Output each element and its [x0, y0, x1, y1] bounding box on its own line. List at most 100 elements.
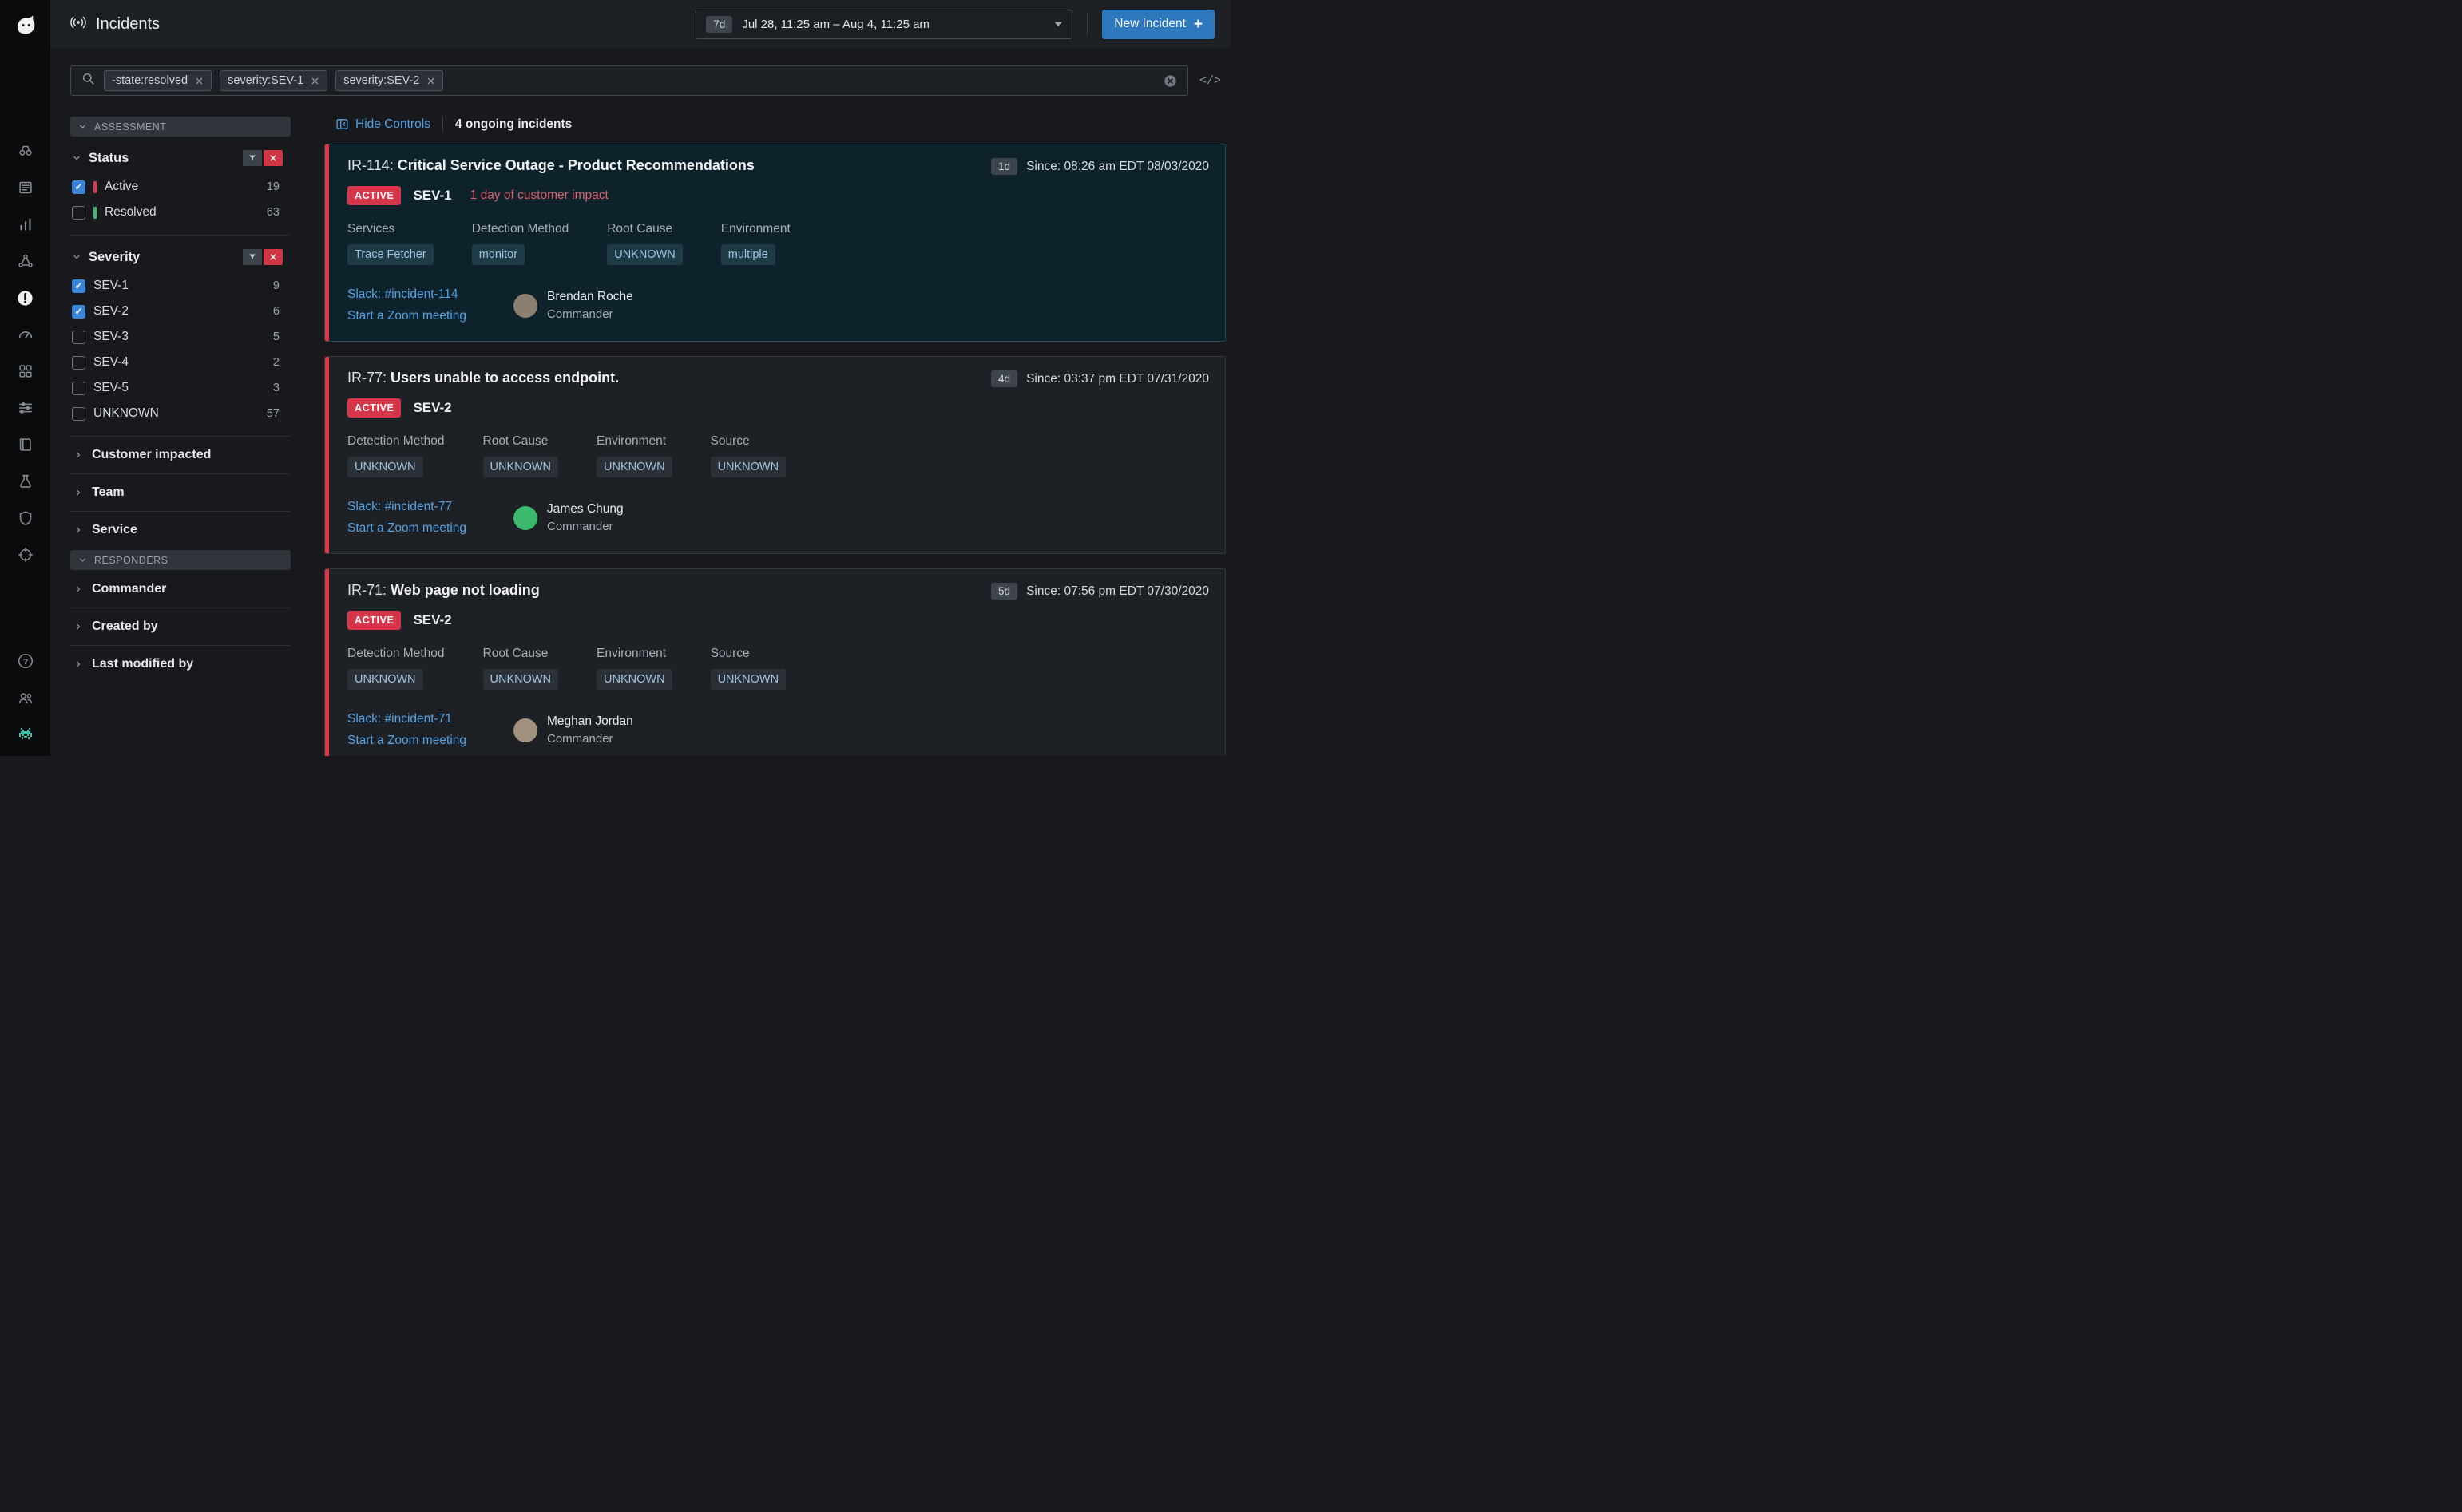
chevron-down-icon	[78, 556, 87, 564]
slack-channel-link[interactable]: Slack: #incident-77	[347, 500, 513, 514]
collapsed-group-team[interactable]: Team	[70, 473, 291, 511]
filter-funnel-button[interactable]	[243, 150, 262, 166]
organization-icon[interactable]	[0, 679, 50, 716]
checkbox[interactable]	[72, 356, 85, 370]
incident-field: Detection Method UNKNOWN	[347, 647, 445, 690]
security-icon[interactable]	[0, 500, 50, 536]
incident-age-badge: 4d	[991, 370, 1017, 387]
filters-sidebar: ASSESSMENT Status Active	[70, 117, 291, 756]
search-filter-pill[interactable]: severity:SEV-2	[335, 70, 443, 91]
incident-field: Source UNKNOWN	[711, 434, 787, 477]
synthetics-icon[interactable]	[0, 463, 50, 500]
bits-invader-icon[interactable]	[0, 716, 50, 753]
commander-name: Brendan Roche	[547, 290, 633, 304]
clear-filter-button[interactable]	[264, 249, 283, 265]
search-filter-pill[interactable]: -state:resolved	[104, 70, 212, 91]
search-row: -state:resolved severity:SEV-1 severity:…	[70, 65, 1221, 96]
facet-row-sev3[interactable]: SEV-3 5	[72, 324, 291, 350]
commander-name: Meghan Jordan	[547, 714, 633, 729]
facet-label: UNKNOWN	[93, 406, 159, 421]
field-value-pill: UNKNOWN	[711, 669, 787, 690]
status-color-bar	[93, 181, 97, 193]
facet-row-sev5[interactable]: SEV-5 3	[72, 375, 291, 401]
search-input[interactable]: -state:resolved severity:SEV-1 severity:…	[70, 65, 1188, 96]
clear-search-icon[interactable]	[1163, 73, 1178, 89]
checkbox[interactable]	[72, 331, 85, 344]
filter-funnel-button[interactable]	[243, 249, 262, 265]
facet-row-sev1[interactable]: SEV-1 9	[72, 273, 291, 299]
remove-filter-icon[interactable]	[426, 77, 435, 85]
incident-field: Detection Method UNKNOWN	[347, 434, 445, 477]
monitors-icon[interactable]	[0, 316, 50, 353]
facet-row-resolved[interactable]: Resolved 63	[72, 200, 291, 225]
commander-name: James Chung	[547, 502, 624, 517]
new-incident-button[interactable]: New Incident +	[1102, 10, 1215, 39]
incident-title-text: Users unable to access endpoint.	[391, 370, 619, 386]
field-value-pill: UNKNOWN	[483, 457, 559, 477]
help-icon[interactable]: ?	[0, 643, 50, 679]
facet-row-sev2[interactable]: SEV-2 6	[72, 299, 291, 324]
checkbox[interactable]	[72, 382, 85, 395]
checkbox[interactable]	[72, 180, 85, 194]
facet-row-active[interactable]: Active 19	[72, 174, 291, 200]
notebooks-icon[interactable]	[0, 426, 50, 463]
checkbox[interactable]	[72, 305, 85, 319]
severity-filter-group: Severity SEV-1 9 SEV-2 6	[70, 235, 291, 436]
datadog-logo[interactable]	[7, 6, 44, 43]
incident-since: Since: 03:37 pm EDT 07/31/2020	[1026, 372, 1209, 386]
incident-card-ir-77[interactable]: IR-77: Users unable to access endpoint. …	[324, 356, 1226, 554]
zoom-meeting-link[interactable]: Start a Zoom meeting	[347, 734, 513, 748]
commander-block: James Chung Commander	[513, 502, 624, 533]
responders-section-header[interactable]: RESPONDERS	[70, 550, 291, 570]
incident-card-ir-114[interactable]: IR-114: Critical Service Outage - Produc…	[324, 144, 1226, 342]
hide-controls-button[interactable]: Hide Controls	[335, 117, 430, 132]
pipelines-icon[interactable]	[0, 390, 50, 426]
time-range-badge: 7d	[706, 16, 732, 33]
field-value-pill: UNKNOWN	[607, 244, 683, 265]
facet-row-sev4[interactable]: SEV-4 2	[72, 350, 291, 375]
assessment-section-label: ASSESSMENT	[94, 121, 166, 133]
zoom-meeting-link[interactable]: Start a Zoom meeting	[347, 521, 513, 536]
remove-filter-icon[interactable]	[195, 77, 204, 85]
clear-filter-button[interactable]	[264, 150, 283, 166]
watchdog-icon[interactable]	[0, 133, 50, 169]
time-range-picker[interactable]: 7d Jul 28, 11:25 am – Aug 4, 11:25 am	[696, 10, 1072, 39]
global-nav-rail: ?	[0, 0, 50, 756]
new-incident-label: New Incident	[1114, 17, 1186, 31]
incident-id: IR-114:	[347, 157, 394, 173]
raw-query-toggle-icon[interactable]: </>	[1199, 74, 1221, 88]
incidents-icon[interactable]	[0, 279, 50, 316]
slack-channel-link[interactable]: Slack: #incident-71	[347, 712, 513, 726]
incident-title: IR-77: Users unable to access endpoint.	[347, 369, 619, 387]
logs-icon[interactable]	[0, 169, 50, 206]
service-map-icon[interactable]	[0, 243, 50, 279]
metrics-icon[interactable]	[0, 206, 50, 243]
incident-card-ir-71[interactable]: IR-71: Web page not loading 5d Since: 07…	[324, 568, 1226, 756]
integrations-icon[interactable]	[0, 353, 50, 390]
collapsed-group-commander[interactable]: Commander	[70, 570, 291, 608]
assessment-section-header[interactable]: ASSESSMENT	[70, 117, 291, 137]
checkbox[interactable]	[72, 206, 85, 220]
field-label: Root Cause	[483, 647, 559, 661]
slack-channel-link[interactable]: Slack: #incident-114	[347, 287, 513, 302]
collapsed-group-service[interactable]: Service	[70, 511, 291, 548]
status-badge: ACTIVE	[347, 398, 401, 418]
field-label: Environment	[597, 434, 672, 449]
incident-field: Source UNKNOWN	[711, 647, 787, 690]
collapsed-group-last-modified-by[interactable]: Last modified by	[70, 645, 291, 683]
zoom-meeting-link[interactable]: Start a Zoom meeting	[347, 309, 513, 323]
remove-filter-icon[interactable]	[311, 77, 319, 85]
checkbox[interactable]	[72, 279, 85, 293]
collapsed-group-customer-impacted[interactable]: Customer impacted	[70, 436, 291, 473]
rum-icon[interactable]	[0, 536, 50, 573]
search-filter-pill[interactable]: severity:SEV-1	[220, 70, 327, 91]
responders-section-label: RESPONDERS	[94, 555, 168, 566]
facet-label: SEV-4	[93, 355, 129, 370]
collapsed-group-created-by[interactable]: Created by	[70, 608, 291, 645]
search-filter-text: severity:SEV-2	[343, 74, 419, 87]
status-filter-group: Status Active 19	[70, 137, 291, 235]
facet-row-unknown[interactable]: UNKNOWN 57	[72, 401, 291, 426]
checkbox[interactable]	[72, 407, 85, 421]
field-label: Root Cause	[483, 434, 559, 449]
chevron-right-icon	[73, 584, 83, 594]
